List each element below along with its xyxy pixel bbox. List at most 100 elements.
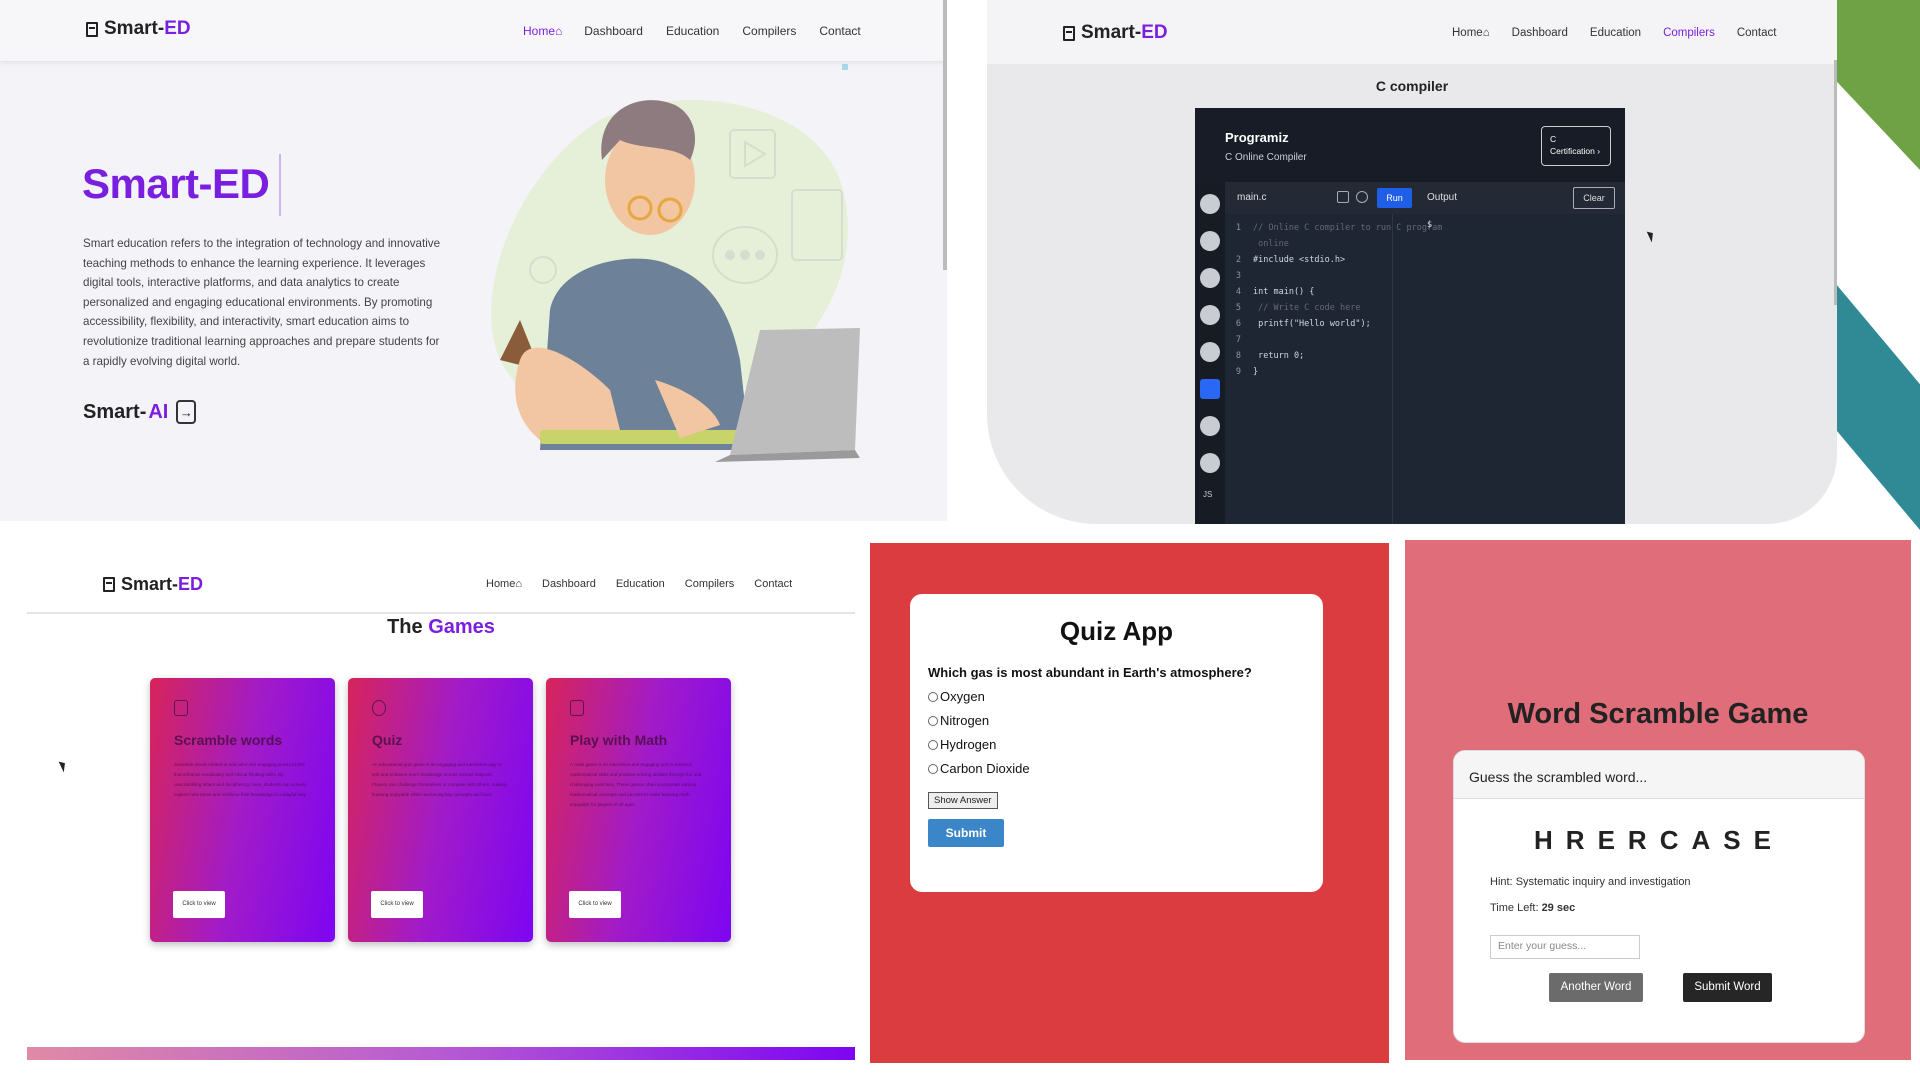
word-scramble-panel: Word Scramble Game Guess the scrambled w… [1405, 540, 1911, 1060]
output-label: Output [1427, 192, 1458, 203]
option-label: Nitrogen [940, 713, 990, 728]
code-text: online [1253, 239, 1289, 249]
option-hydrogen[interactable]: Hydrogen [928, 737, 1305, 752]
sql-icon[interactable] [1200, 268, 1220, 288]
scramble-card: Guess the scrambled word... HRERCASE Hin… [1453, 750, 1865, 1043]
brand-right: ED [1141, 22, 1168, 43]
radio-button[interactable] [928, 715, 938, 726]
js-icon[interactable]: JS [1203, 490, 1225, 499]
submit-word-button[interactable]: Submit Word [1683, 973, 1772, 1002]
option-oxygen[interactable]: Oxygen [928, 689, 1305, 704]
option-label: Oxygen [940, 689, 985, 704]
radio-button[interactable] [928, 691, 938, 702]
html-icon[interactable] [1200, 305, 1220, 325]
r-icon[interactable] [1200, 231, 1220, 251]
brand-logo[interactable]: Smart- ED [86, 18, 191, 40]
java-icon[interactable] [1200, 342, 1220, 362]
run-button[interactable]: Run [1377, 188, 1412, 208]
nav-dashboard[interactable]: Dashboard [584, 24, 643, 38]
theme-icon[interactable] [1356, 191, 1368, 203]
game-card-quiz[interactable]: Quiz An educational quiz game is an enga… [348, 678, 533, 942]
nav-education[interactable]: Education [666, 24, 719, 38]
game-card-title: Play with Math [570, 732, 668, 748]
game-card-scramble[interactable]: Scramble words Scramble words related to… [150, 678, 335, 942]
fullscreen-icon[interactable] [1337, 191, 1349, 203]
code-text: // Online C compiler to run C program [1253, 223, 1443, 233]
code-line: 3 [1225, 268, 1442, 284]
brand-logo[interactable]: Smart- ED [103, 574, 203, 595]
click-to-view-button[interactable]: Click to view [173, 891, 225, 918]
option-label: Carbon Dioxide [940, 761, 1030, 776]
code-line: 8 return 0; [1225, 348, 1442, 364]
click-to-view-button[interactable]: Click to view [569, 891, 621, 918]
nav-compilers[interactable]: Compilers [1663, 27, 1715, 39]
submit-button[interactable]: Submit [928, 819, 1004, 847]
scramble-card-header: Guess the scrambled word... [1454, 751, 1864, 799]
code-line: 5 // Write C code here [1225, 300, 1442, 316]
clear-button[interactable]: Clear [1573, 187, 1615, 209]
compiler-page-panel: Smart- ED Home ⌂ Dashboard Education Compi… [987, 0, 1837, 524]
nav-compilers[interactable]: Compilers [742, 24, 796, 38]
output-console[interactable]: $ [1427, 220, 1432, 230]
game-card-math[interactable]: Play with Math A math game is an interac… [546, 678, 731, 942]
nav-education[interactable]: Education [1590, 27, 1641, 39]
home-icon: ⌂ [1482, 27, 1490, 39]
guess-input[interactable]: Enter your guess... [1490, 935, 1640, 959]
csharp-icon[interactable] [1200, 453, 1220, 473]
scrollbar[interactable] [1834, 60, 1837, 305]
nav-home[interactable]: Home [523, 24, 555, 38]
hero-description: Smart education refers to the integratio… [83, 237, 441, 368]
file-tab[interactable]: main.c [1237, 192, 1266, 203]
compiler-title: C compiler [1375, 78, 1449, 94]
radio-button[interactable] [928, 739, 938, 750]
time-label: Time Left: [1490, 902, 1539, 914]
certification-button[interactable]: C Certification › [1541, 126, 1611, 166]
option-nitrogen[interactable]: Nitrogen [928, 713, 1305, 728]
hint-text: Hint: Systematic inquiry and investigati… [1490, 876, 1864, 888]
games-page-panel: Smart- ED Home ⌂ Dashboard Education Compi… [27, 560, 855, 1060]
ide-subtitle: C Online Compiler [1225, 152, 1307, 163]
code-editor[interactable]: 1 // Online C compiler to run C program o… [1225, 220, 1442, 380]
another-word-button[interactable]: Another Word [1549, 973, 1643, 1002]
nav-dashboard[interactable]: Dashboard [1512, 27, 1568, 39]
radio-button[interactable] [928, 763, 938, 774]
code-text: int main() { [1253, 287, 1315, 297]
brand-logo[interactable]: Smart- ED [1063, 22, 1168, 44]
time-left: Time Left: 29 sec [1490, 902, 1864, 914]
line-number: 8 [1235, 351, 1241, 361]
game-card-text: An educational quiz game is an engaging … [372, 762, 507, 797]
language-sidebar: JS [1195, 182, 1225, 524]
c-icon[interactable] [1200, 379, 1220, 399]
nav-home[interactable]: Home [1452, 27, 1483, 39]
code-text: return 0; [1253, 351, 1305, 361]
code-text: printf("Hello world"); [1253, 319, 1371, 329]
option-carbon-dioxide[interactable]: Carbon Dioxide [928, 761, 1305, 776]
show-answer-button[interactable]: Show Answer [928, 792, 998, 809]
brand-left: Smart- [1081, 22, 1142, 43]
nav-compilers[interactable]: Compilers [685, 578, 735, 590]
brand-left: Smart- [104, 18, 165, 39]
hint-label: Hint: [1490, 876, 1513, 888]
nav-contact[interactable]: Contact [1737, 27, 1777, 39]
nav-home[interactable]: Home [486, 578, 515, 590]
click-to-view-button[interactable]: Click to view [371, 891, 423, 918]
game-card-text: Scramble words related to education are … [174, 762, 307, 797]
brand-right: ED [164, 18, 191, 39]
game-card-title: Quiz [372, 732, 403, 748]
cpp-icon[interactable] [1200, 416, 1220, 436]
hero-title: Smart-ED [82, 160, 270, 207]
scrambled-word: HRERCASE [1534, 825, 1784, 855]
smart-ai-link[interactable]: Smart- AI → [83, 400, 197, 424]
gamepad-icon [570, 700, 584, 716]
smart-ai-left: Smart- [83, 400, 147, 423]
time-value: 29 sec [1541, 902, 1576, 914]
nav-education[interactable]: Education [616, 578, 665, 590]
line-number: 6 [1235, 319, 1241, 329]
python-icon[interactable] [1200, 194, 1220, 214]
cert-label: C Certification [1550, 134, 1595, 156]
nav-dashboard[interactable]: Dashboard [542, 578, 596, 590]
game-card-title: Scramble words [174, 732, 283, 748]
line-number: 5 [1235, 303, 1241, 313]
nav-contact[interactable]: Contact [754, 578, 792, 590]
nav-contact[interactable]: Contact [819, 24, 860, 38]
